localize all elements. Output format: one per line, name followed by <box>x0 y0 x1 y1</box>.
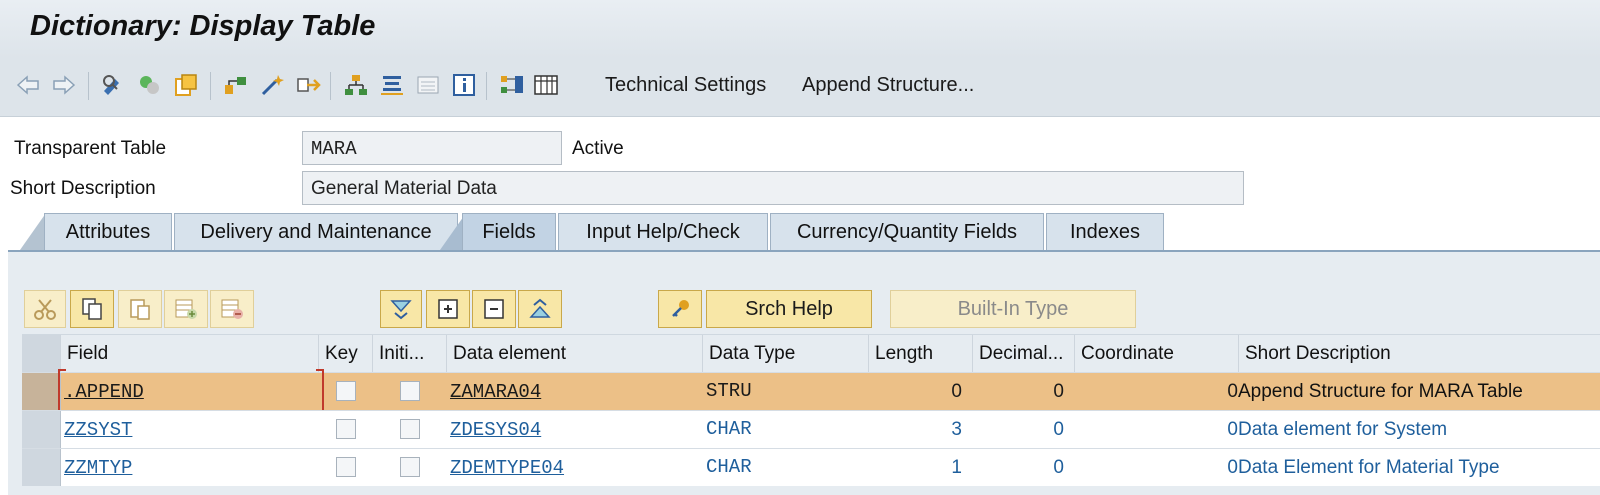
col-key[interactable]: Key <box>318 335 372 373</box>
col-short-description[interactable]: Short Description <box>1238 335 1600 373</box>
data-element-link[interactable]: ZDESYS04 <box>450 419 541 441</box>
key-help-button[interactable] <box>658 290 702 328</box>
key-icon <box>672 300 689 317</box>
data-element-link[interactable]: ZDEMTYPE04 <box>450 457 564 479</box>
col-field[interactable]: Field <box>60 335 318 373</box>
delete-row-icon <box>221 299 243 319</box>
coordinate-cell: 0 <box>1227 419 1238 440</box>
col-data-element[interactable]: Data element <box>446 335 702 373</box>
expand-icon <box>438 299 458 319</box>
field-name-link[interactable]: ZZSYST <box>64 419 132 441</box>
field-name-link[interactable]: .APPEND <box>64 381 144 403</box>
data-type-cell: CHAR <box>706 456 752 478</box>
data-type-cell: STRU <box>706 380 752 402</box>
length-cell: 1 <box>951 457 962 478</box>
table-grid-icon[interactable] <box>532 71 560 99</box>
coordinate-cell: 0 <box>1227 381 1238 402</box>
select-all-cell[interactable] <box>22 335 60 373</box>
cut-button[interactable] <box>24 290 66 328</box>
navigation-icon[interactable] <box>294 71 322 99</box>
initial-checkbox[interactable] <box>400 457 420 477</box>
tab-currency-quantity-fields[interactable]: Currency/Quantity Fields <box>770 213 1044 250</box>
tab-input-help-check[interactable]: Input Help/Check <box>558 213 768 250</box>
graphic-icon[interactable] <box>498 71 526 99</box>
initial-checkbox[interactable] <box>400 381 420 401</box>
short-description-cell: Data element for System <box>1238 419 1448 440</box>
row-selector[interactable] <box>22 411 61 448</box>
filter-up-icon <box>529 298 551 318</box>
collapse-button[interactable] <box>472 290 516 328</box>
info-icon[interactable] <box>450 71 478 99</box>
paste-icon <box>130 299 150 320</box>
deselect-button[interactable] <box>518 290 562 328</box>
table-header: Field Key Initi... Data element Data Typ… <box>22 334 1600 373</box>
short-description-cell: Append Structure for MARA Table <box>1238 381 1523 402</box>
paste-button[interactable] <box>118 290 162 328</box>
where-used-icon[interactable] <box>222 71 250 99</box>
row-selector[interactable] <box>22 373 61 410</box>
built-in-type-button[interactable]: Built-In Type <box>890 290 1136 328</box>
tab-delivery-maintenance[interactable]: Delivery and Maintenance <box>174 213 458 250</box>
expand-button[interactable] <box>426 290 470 328</box>
append-structure-button[interactable]: Append Structure... <box>802 74 974 97</box>
select-block-button[interactable] <box>380 290 422 328</box>
length-cell: 3 <box>951 419 962 440</box>
collapse-icon <box>484 299 504 319</box>
table-row[interactable]: ZZMTYP ZDEMTYPE04 CHAR 1 0 0 Data Elemen… <box>22 448 1600 486</box>
copy-button[interactable] <box>70 290 114 328</box>
other-object-icon[interactable] <box>172 71 200 99</box>
insert-row-button[interactable] <box>164 290 208 328</box>
filter-down-icon <box>390 300 412 320</box>
table-row[interactable]: .APPEND ZAMARA04 STRU 0 0 0 Append Struc… <box>22 369 1600 413</box>
list-icon[interactable] <box>414 71 442 99</box>
col-length[interactable]: Length <box>868 335 972 373</box>
activate-icon[interactable] <box>136 71 164 99</box>
key-checkbox[interactable] <box>336 419 356 439</box>
decimals-cell: 0 <box>1053 457 1064 478</box>
key-checkbox[interactable] <box>336 381 356 401</box>
application-toolbar: Technical Settings Append Structure... <box>0 58 1600 117</box>
tab-attributes[interactable]: Attributes <box>44 213 172 250</box>
tab-strip: Attributes Delivery and Maintenance Fiel… <box>0 213 1600 250</box>
col-coordinate[interactable]: Coordinate <box>1074 335 1238 373</box>
align-icon[interactable] <box>378 71 406 99</box>
field-name-link[interactable]: ZZMTYP <box>64 457 132 479</box>
col-data-type[interactable]: Data Type <box>702 335 868 373</box>
col-initial[interactable]: Initi... <box>372 335 446 373</box>
row-selector[interactable] <box>22 449 61 486</box>
tab-fields[interactable]: Fields <box>462 213 556 250</box>
delete-row-button[interactable] <box>210 290 254 328</box>
decimals-cell: 0 <box>1053 419 1064 440</box>
technical-settings-button[interactable]: Technical Settings <box>605 74 766 97</box>
srch-help-button[interactable]: Srch Help <box>706 290 872 328</box>
magic-wand-icon[interactable] <box>258 71 286 99</box>
data-element-link[interactable]: ZAMARA04 <box>450 381 541 403</box>
hierarchy-icon[interactable] <box>342 71 370 99</box>
back-arrow-icon[interactable] <box>14 71 42 99</box>
initial-checkbox[interactable] <box>400 419 420 439</box>
status-text: Active <box>572 138 624 159</box>
display-change-icon[interactable] <box>100 71 128 99</box>
decimals-cell: 0 <box>1053 381 1064 402</box>
scissors-icon <box>34 299 56 320</box>
col-decimals[interactable]: Decimal... <box>972 335 1074 373</box>
copy-icon <box>82 298 102 320</box>
title-bar: Dictionary: Display Table <box>0 0 1600 58</box>
forward-arrow-icon[interactable] <box>50 71 78 99</box>
table-row[interactable]: ZZSYST ZDESYS04 CHAR 3 0 0 Data element … <box>22 410 1600 448</box>
insert-row-icon <box>175 299 197 319</box>
tab-indexes[interactable]: Indexes <box>1046 213 1164 250</box>
key-checkbox[interactable] <box>336 457 356 477</box>
data-type-cell: CHAR <box>706 418 752 440</box>
short-description-field[interactable]: General Material Data <box>302 171 1244 205</box>
table-type-label: Transparent Table <box>14 138 167 159</box>
short-description-cell: Data Element for Material Type <box>1238 457 1500 478</box>
table-name-field[interactable]: MARA <box>302 131 562 165</box>
page-title: Dictionary: Display Table <box>30 10 376 42</box>
length-cell: 0 <box>951 381 962 402</box>
coordinate-cell: 0 <box>1227 457 1238 478</box>
short-description-label: Short Description <box>10 178 156 199</box>
